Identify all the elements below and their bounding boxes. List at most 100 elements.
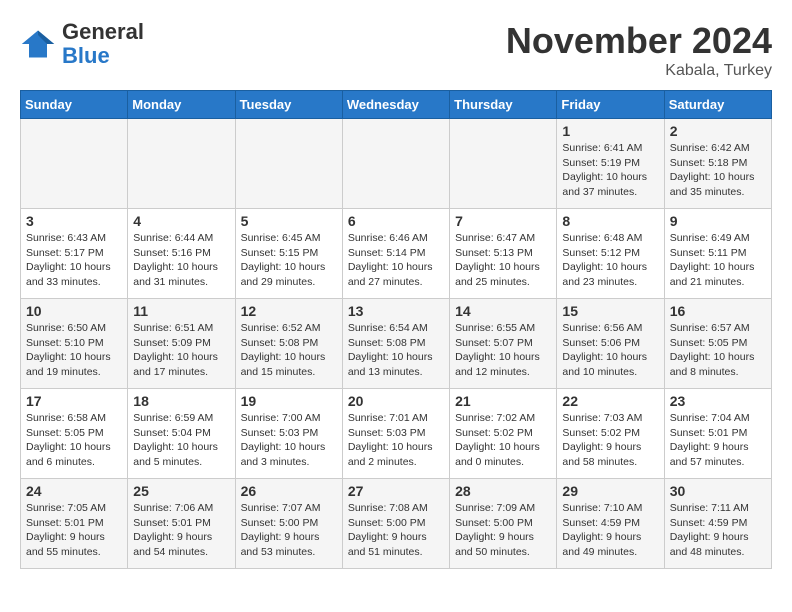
calendar-week-row: 10 Sunrise: 6:50 AM Sunset: 5:10 PM Dayli… — [21, 299, 772, 389]
day-number: 4 — [133, 213, 229, 229]
logo-icon — [20, 26, 56, 62]
day-number: 7 — [455, 213, 551, 229]
calendar-cell: 29 Sunrise: 7:10 AM Sunset: 4:59 PM Dayli… — [557, 479, 664, 569]
day-info: Sunrise: 6:42 AM Sunset: 5:18 PM Dayligh… — [670, 141, 766, 200]
calendar-week-row: 24 Sunrise: 7:05 AM Sunset: 5:01 PM Dayli… — [21, 479, 772, 569]
day-info: Sunrise: 6:44 AM Sunset: 5:16 PM Dayligh… — [133, 231, 229, 290]
weekday-header: Wednesday — [342, 91, 449, 119]
calendar-week-row: 1 Sunrise: 6:41 AM Sunset: 5:19 PM Daylig… — [21, 119, 772, 209]
day-number: 30 — [670, 483, 766, 499]
calendar-cell — [235, 119, 342, 209]
day-info: Sunrise: 7:09 AM Sunset: 5:00 PM Dayligh… — [455, 501, 551, 560]
calendar-cell: 23 Sunrise: 7:04 AM Sunset: 5:01 PM Dayli… — [664, 389, 771, 479]
day-number: 6 — [348, 213, 444, 229]
calendar-cell: 5 Sunrise: 6:45 AM Sunset: 5:15 PM Daylig… — [235, 209, 342, 299]
day-number: 25 — [133, 483, 229, 499]
calendar-cell — [450, 119, 557, 209]
calendar-cell: 3Sunrise: 6:43 AM Sunset: 5:17 PM Daylig… — [21, 209, 128, 299]
day-number: 17 — [26, 393, 122, 409]
day-info: Sunrise: 6:49 AM Sunset: 5:11 PM Dayligh… — [670, 231, 766, 290]
day-number: 1 — [562, 123, 658, 139]
calendar-cell: 4 Sunrise: 6:44 AM Sunset: 5:16 PM Daylig… — [128, 209, 235, 299]
day-info: Sunrise: 7:08 AM Sunset: 5:00 PM Dayligh… — [348, 501, 444, 560]
day-number: 23 — [670, 393, 766, 409]
day-info: Sunrise: 7:00 AM Sunset: 5:03 PM Dayligh… — [241, 411, 337, 470]
day-number: 16 — [670, 303, 766, 319]
day-info: Sunrise: 6:57 AM Sunset: 5:05 PM Dayligh… — [670, 321, 766, 380]
day-info: Sunrise: 6:54 AM Sunset: 5:08 PM Dayligh… — [348, 321, 444, 380]
day-info: Sunrise: 6:50 AM Sunset: 5:10 PM Dayligh… — [26, 321, 122, 380]
calendar-cell: 9 Sunrise: 6:49 AM Sunset: 5:11 PM Daylig… — [664, 209, 771, 299]
day-number: 24 — [26, 483, 122, 499]
calendar-week-row: 3Sunrise: 6:43 AM Sunset: 5:17 PM Daylig… — [21, 209, 772, 299]
day-number: 20 — [348, 393, 444, 409]
weekday-header: Sunday — [21, 91, 128, 119]
day-number: 5 — [241, 213, 337, 229]
day-number: 2 — [670, 123, 766, 139]
day-info: Sunrise: 6:56 AM Sunset: 5:06 PM Dayligh… — [562, 321, 658, 380]
weekday-header: Monday — [128, 91, 235, 119]
day-number: 13 — [348, 303, 444, 319]
day-info: Sunrise: 6:41 AM Sunset: 5:19 PM Dayligh… — [562, 141, 658, 200]
day-info: Sunrise: 6:58 AM Sunset: 5:05 PM Dayligh… — [26, 411, 122, 470]
calendar-cell: 28 Sunrise: 7:09 AM Sunset: 5:00 PM Dayli… — [450, 479, 557, 569]
day-info: Sunrise: 7:10 AM Sunset: 4:59 PM Dayligh… — [562, 501, 658, 560]
weekday-row: SundayMondayTuesdayWednesdayThursdayFrid… — [21, 91, 772, 119]
day-info: Sunrise: 6:46 AM Sunset: 5:14 PM Dayligh… — [348, 231, 444, 290]
calendar-cell: 19 Sunrise: 7:00 AM Sunset: 5:03 PM Dayli… — [235, 389, 342, 479]
calendar-cell: 2 Sunrise: 6:42 AM Sunset: 5:18 PM Daylig… — [664, 119, 771, 209]
logo: General Blue — [20, 20, 144, 68]
calendar-cell: 11Sunrise: 6:51 AM Sunset: 5:09 PM Dayli… — [128, 299, 235, 389]
day-number: 9 — [670, 213, 766, 229]
day-info: Sunrise: 6:59 AM Sunset: 5:04 PM Dayligh… — [133, 411, 229, 470]
day-info: Sunrise: 6:48 AM Sunset: 5:12 PM Dayligh… — [562, 231, 658, 290]
day-number: 14 — [455, 303, 551, 319]
weekday-header: Saturday — [664, 91, 771, 119]
calendar-cell: 13 Sunrise: 6:54 AM Sunset: 5:08 PM Dayli… — [342, 299, 449, 389]
day-info: Sunrise: 7:02 AM Sunset: 5:02 PM Dayligh… — [455, 411, 551, 470]
calendar-cell: 20 Sunrise: 7:01 AM Sunset: 5:03 PM Dayli… — [342, 389, 449, 479]
day-number: 12 — [241, 303, 337, 319]
calendar-cell: 10 Sunrise: 6:50 AM Sunset: 5:10 PM Dayli… — [21, 299, 128, 389]
day-number: 8 — [562, 213, 658, 229]
calendar-table: SundayMondayTuesdayWednesdayThursdayFrid… — [20, 90, 772, 569]
calendar-cell — [21, 119, 128, 209]
calendar-cell: 7 Sunrise: 6:47 AM Sunset: 5:13 PM Daylig… — [450, 209, 557, 299]
day-number: 10 — [26, 303, 122, 319]
calendar-cell: 15 Sunrise: 6:56 AM Sunset: 5:06 PM Dayli… — [557, 299, 664, 389]
day-info: Sunrise: 6:52 AM Sunset: 5:08 PM Dayligh… — [241, 321, 337, 380]
title-block: November 2024 Kabala, Turkey — [506, 20, 772, 80]
day-info: Sunrise: 6:47 AM Sunset: 5:13 PM Dayligh… — [455, 231, 551, 290]
day-info: Sunrise: 6:55 AM Sunset: 5:07 PM Dayligh… — [455, 321, 551, 380]
day-info: Sunrise: 7:06 AM Sunset: 5:01 PM Dayligh… — [133, 501, 229, 560]
day-info: Sunrise: 6:43 AM Sunset: 5:17 PM Dayligh… — [26, 231, 122, 290]
day-info: Sunrise: 7:04 AM Sunset: 5:01 PM Dayligh… — [670, 411, 766, 470]
calendar-cell: 6 Sunrise: 6:46 AM Sunset: 5:14 PM Daylig… — [342, 209, 449, 299]
day-info: Sunrise: 6:45 AM Sunset: 5:15 PM Dayligh… — [241, 231, 337, 290]
weekday-header: Friday — [557, 91, 664, 119]
day-number: 29 — [562, 483, 658, 499]
day-info: Sunrise: 7:11 AM Sunset: 4:59 PM Dayligh… — [670, 501, 766, 560]
calendar-cell: 25 Sunrise: 7:06 AM Sunset: 5:01 PM Dayli… — [128, 479, 235, 569]
calendar-cell: 8 Sunrise: 6:48 AM Sunset: 5:12 PM Daylig… — [557, 209, 664, 299]
day-number: 22 — [562, 393, 658, 409]
calendar-cell: 12 Sunrise: 6:52 AM Sunset: 5:08 PM Dayli… — [235, 299, 342, 389]
calendar-body: 1 Sunrise: 6:41 AM Sunset: 5:19 PM Daylig… — [21, 119, 772, 569]
day-info: Sunrise: 7:01 AM Sunset: 5:03 PM Dayligh… — [348, 411, 444, 470]
day-number: 15 — [562, 303, 658, 319]
weekday-header: Tuesday — [235, 91, 342, 119]
day-info: Sunrise: 7:05 AM Sunset: 5:01 PM Dayligh… — [26, 501, 122, 560]
calendar-cell: 16 Sunrise: 6:57 AM Sunset: 5:05 PM Dayli… — [664, 299, 771, 389]
calendar-cell: 24 Sunrise: 7:05 AM Sunset: 5:01 PM Dayli… — [21, 479, 128, 569]
day-number: 26 — [241, 483, 337, 499]
day-number: 18 — [133, 393, 229, 409]
calendar-cell: 26 Sunrise: 7:07 AM Sunset: 5:00 PM Dayli… — [235, 479, 342, 569]
day-number: 19 — [241, 393, 337, 409]
day-info: Sunrise: 7:03 AM Sunset: 5:02 PM Dayligh… — [562, 411, 658, 470]
day-info: Sunrise: 6:51 AM Sunset: 5:09 PM Dayligh… — [133, 321, 229, 380]
weekday-header: Thursday — [450, 91, 557, 119]
calendar-cell: 21Sunrise: 7:02 AM Sunset: 5:02 PM Dayli… — [450, 389, 557, 479]
day-info: Sunrise: 7:07 AM Sunset: 5:00 PM Dayligh… — [241, 501, 337, 560]
day-number: 28 — [455, 483, 551, 499]
day-number: 27 — [348, 483, 444, 499]
